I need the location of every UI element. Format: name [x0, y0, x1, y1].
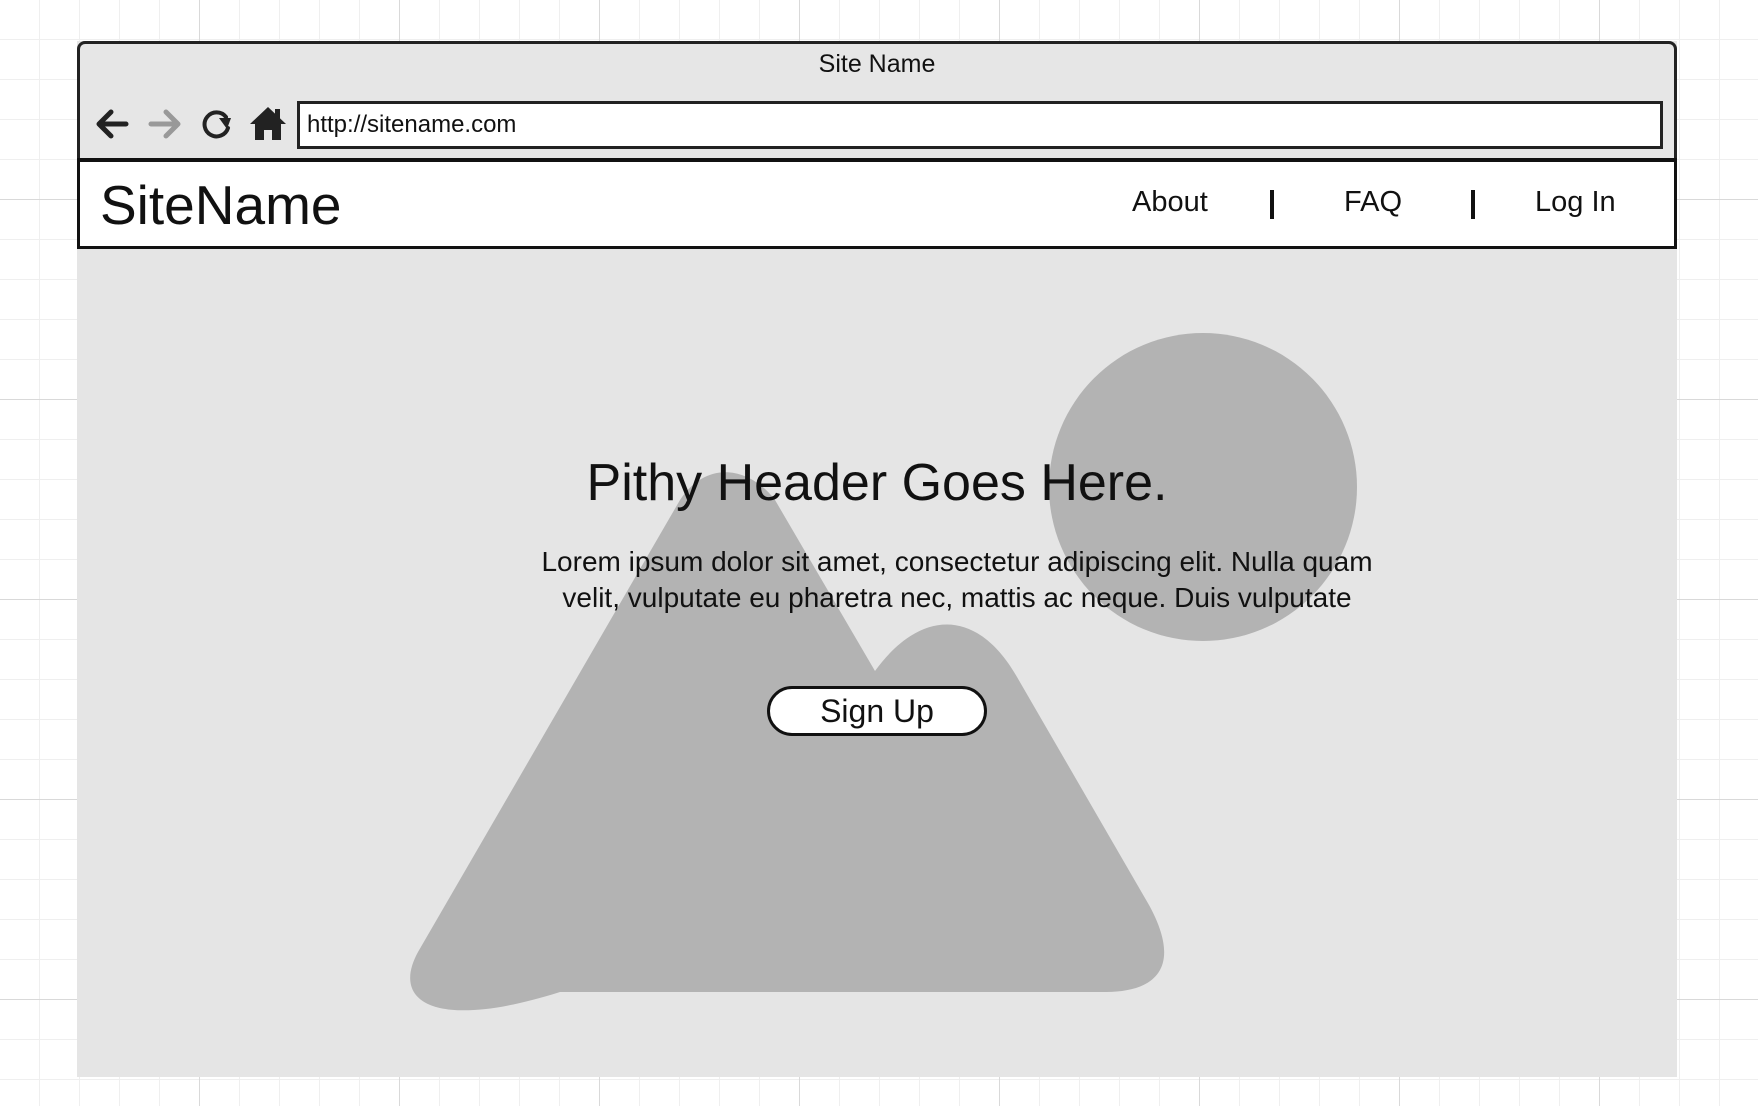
hero-body-text: Lorem ipsum dolor sit amet, consectetur … — [457, 544, 1457, 616]
nav-link-login[interactable]: Log In — [1535, 188, 1616, 217]
arrow-left-icon[interactable] — [90, 102, 134, 146]
nav-divider — [1270, 190, 1274, 219]
window-title: Site Name — [818, 50, 936, 78]
home-icon[interactable] — [246, 102, 290, 146]
hero-title: Pithy Header Goes Here. — [586, 454, 1168, 512]
nav-link-faq[interactable]: FAQ — [1344, 188, 1402, 217]
reload-icon[interactable] — [195, 102, 239, 146]
address-bar[interactable]: http://sitename.com — [297, 101, 1663, 149]
hero-text-line: Lorem ipsum dolor sit amet, consectetur … — [541, 546, 1373, 577]
nav-link-about[interactable]: About — [1132, 188, 1208, 217]
arrow-right-icon[interactable] — [143, 102, 187, 146]
hero-text-line: velit, vulputate eu pharetra nec, mattis… — [562, 582, 1352, 613]
site-logo[interactable]: SiteName — [100, 178, 341, 233]
site-header: SiteName About FAQ Log In — [77, 158, 1677, 249]
nav-divider — [1471, 190, 1475, 219]
sign-up-button[interactable]: Sign Up — [767, 686, 987, 736]
browser-window: Site Name http://sitename.com SiteName A… — [77, 41, 1677, 1077]
